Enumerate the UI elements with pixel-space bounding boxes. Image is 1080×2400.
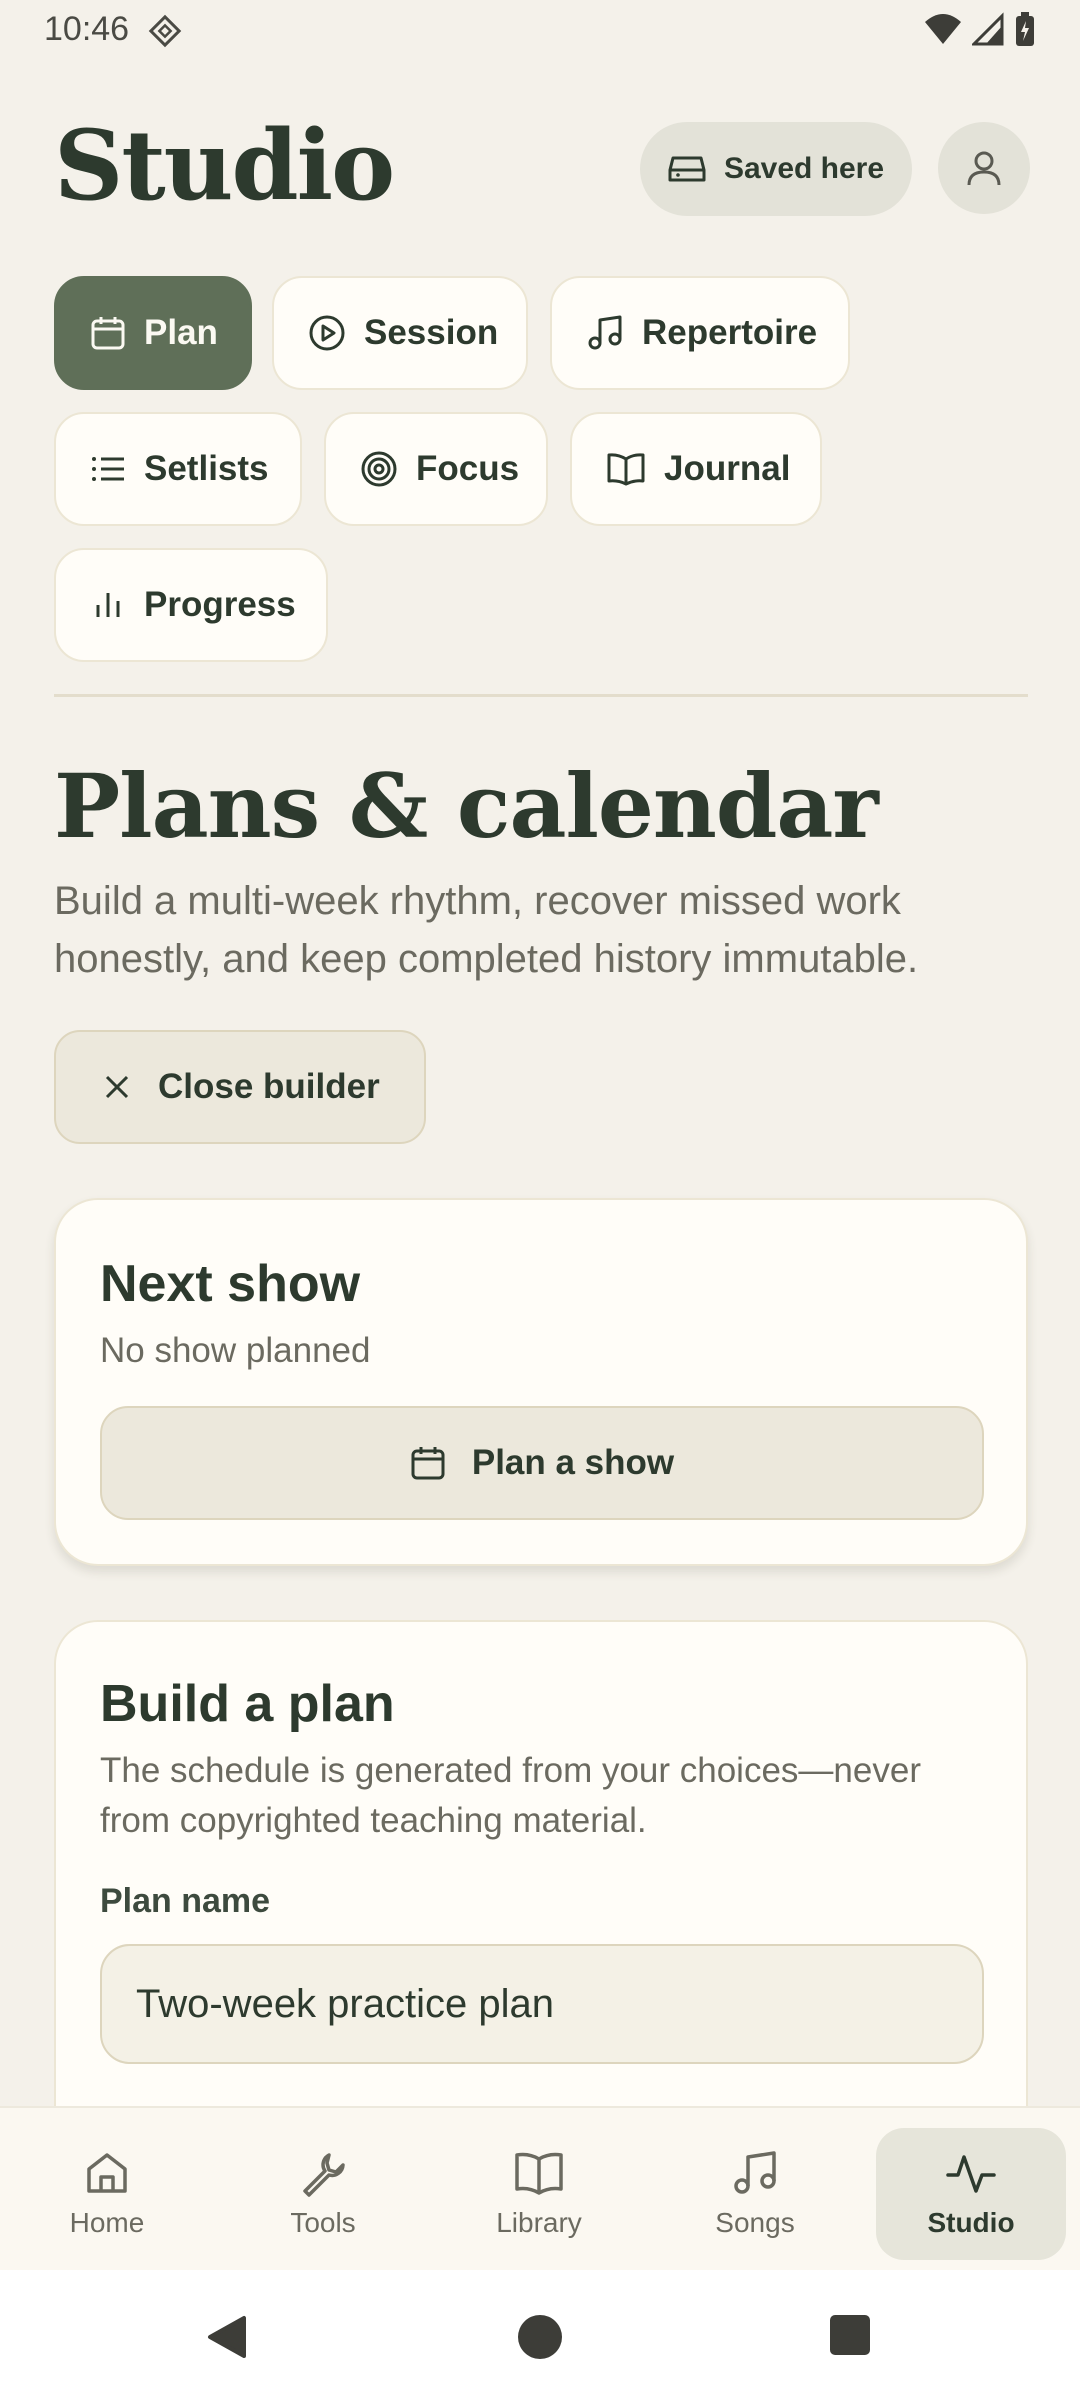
drive-icon <box>668 154 706 184</box>
tab-plan-label: Plan <box>144 313 218 352</box>
book-icon <box>606 451 646 487</box>
tab-focus[interactable]: Focus <box>324 412 548 526</box>
home-button-icon[interactable] <box>517 2314 563 2360</box>
battery-icon <box>1014 12 1036 48</box>
saved-here-button[interactable]: Saved here <box>640 122 912 216</box>
page-title: Plans & calendar <box>54 754 879 858</box>
wifi-icon <box>924 12 962 48</box>
list-icon <box>90 451 126 487</box>
nav-songs-label: Songs <box>715 2207 795 2238</box>
nav-tools[interactable]: Tools <box>228 2128 418 2260</box>
tab-repertoire-label: Repertoire <box>642 313 818 352</box>
saved-here-label: Saved here <box>723 152 885 185</box>
next-show-subtitle: No show planned <box>100 1331 371 1370</box>
tab-focus-label: Focus <box>416 449 520 488</box>
nav-tools-label: Tools <box>290 2207 356 2238</box>
nav-library-label: Library <box>496 2207 582 2238</box>
next-show-card: Next show No show planned Plan a show <box>54 1198 1028 1566</box>
tab-session-label: Session <box>364 313 499 352</box>
account-button[interactable] <box>938 122 1030 214</box>
tab-progress[interactable]: Progress <box>54 548 328 662</box>
tab-plan[interactable]: Plan <box>54 276 252 390</box>
nav-studio[interactable]: Studio <box>876 2128 1066 2260</box>
tab-journal-label: Journal <box>664 449 791 488</box>
user-icon <box>964 148 1004 188</box>
music-note-icon <box>731 2149 779 2197</box>
tab-journal[interactable]: Journal <box>570 412 822 526</box>
app-title: Studio <box>54 109 395 222</box>
build-plan-title: Build a plan <box>100 1675 395 1733</box>
tab-repertoire[interactable]: Repertoire <box>550 276 850 390</box>
system-nav-bar <box>0 2270 1080 2400</box>
plan-name-label: Plan name <box>100 1882 271 1920</box>
tab-setlists[interactable]: Setlists <box>54 412 302 526</box>
close-builder-button[interactable]: Close builder <box>54 1030 426 1144</box>
plan-a-show-label: Plan a show <box>471 1443 675 1482</box>
tab-setlists-label: Setlists <box>144 449 269 488</box>
bottom-nav: Home Tools Library Songs Studio <box>0 2106 1080 2270</box>
recents-icon[interactable] <box>829 2314 871 2356</box>
activity-icon <box>945 2149 997 2197</box>
close-builder-label: Close builder <box>158 1067 380 1106</box>
tab-session[interactable]: Session <box>272 276 528 390</box>
home-icon <box>83 2149 131 2197</box>
music-note-icon <box>586 314 624 352</box>
signal-icon <box>972 12 1004 48</box>
play-circle-icon <box>308 314 346 352</box>
notification-icon <box>146 12 184 50</box>
status-time: 10:46 <box>44 10 130 48</box>
status-icons <box>924 12 1036 48</box>
target-icon <box>360 450 398 488</box>
page-description: Build a multi-week rhythm, recover misse… <box>54 879 919 981</box>
wrench-icon <box>299 2149 347 2197</box>
tab-progress-label: Progress <box>144 585 296 624</box>
calendar-icon <box>410 1445 446 1481</box>
nav-home-label: Home <box>69 2207 145 2238</box>
nav-songs[interactable]: Songs <box>660 2128 850 2260</box>
status-bar: 10:46 <box>0 0 1080 62</box>
next-show-title: Next show <box>100 1255 361 1313</box>
nav-home[interactable]: Home <box>12 2128 202 2260</box>
plan-a-show-button[interactable]: Plan a show <box>100 1406 984 1520</box>
nav-studio-label: Studio <box>927 2207 1015 2238</box>
build-plan-description: The schedule is generated from your choi… <box>100 1751 921 1840</box>
bar-chart-icon <box>90 587 126 623</box>
close-icon <box>102 1072 132 1102</box>
back-icon[interactable] <box>204 2314 250 2360</box>
divider <box>54 694 1028 697</box>
nav-library[interactable]: Library <box>444 2128 634 2260</box>
book-open-icon <box>513 2149 565 2197</box>
plan-name-input[interactable] <box>100 1944 984 2064</box>
calendar-icon <box>90 315 126 351</box>
